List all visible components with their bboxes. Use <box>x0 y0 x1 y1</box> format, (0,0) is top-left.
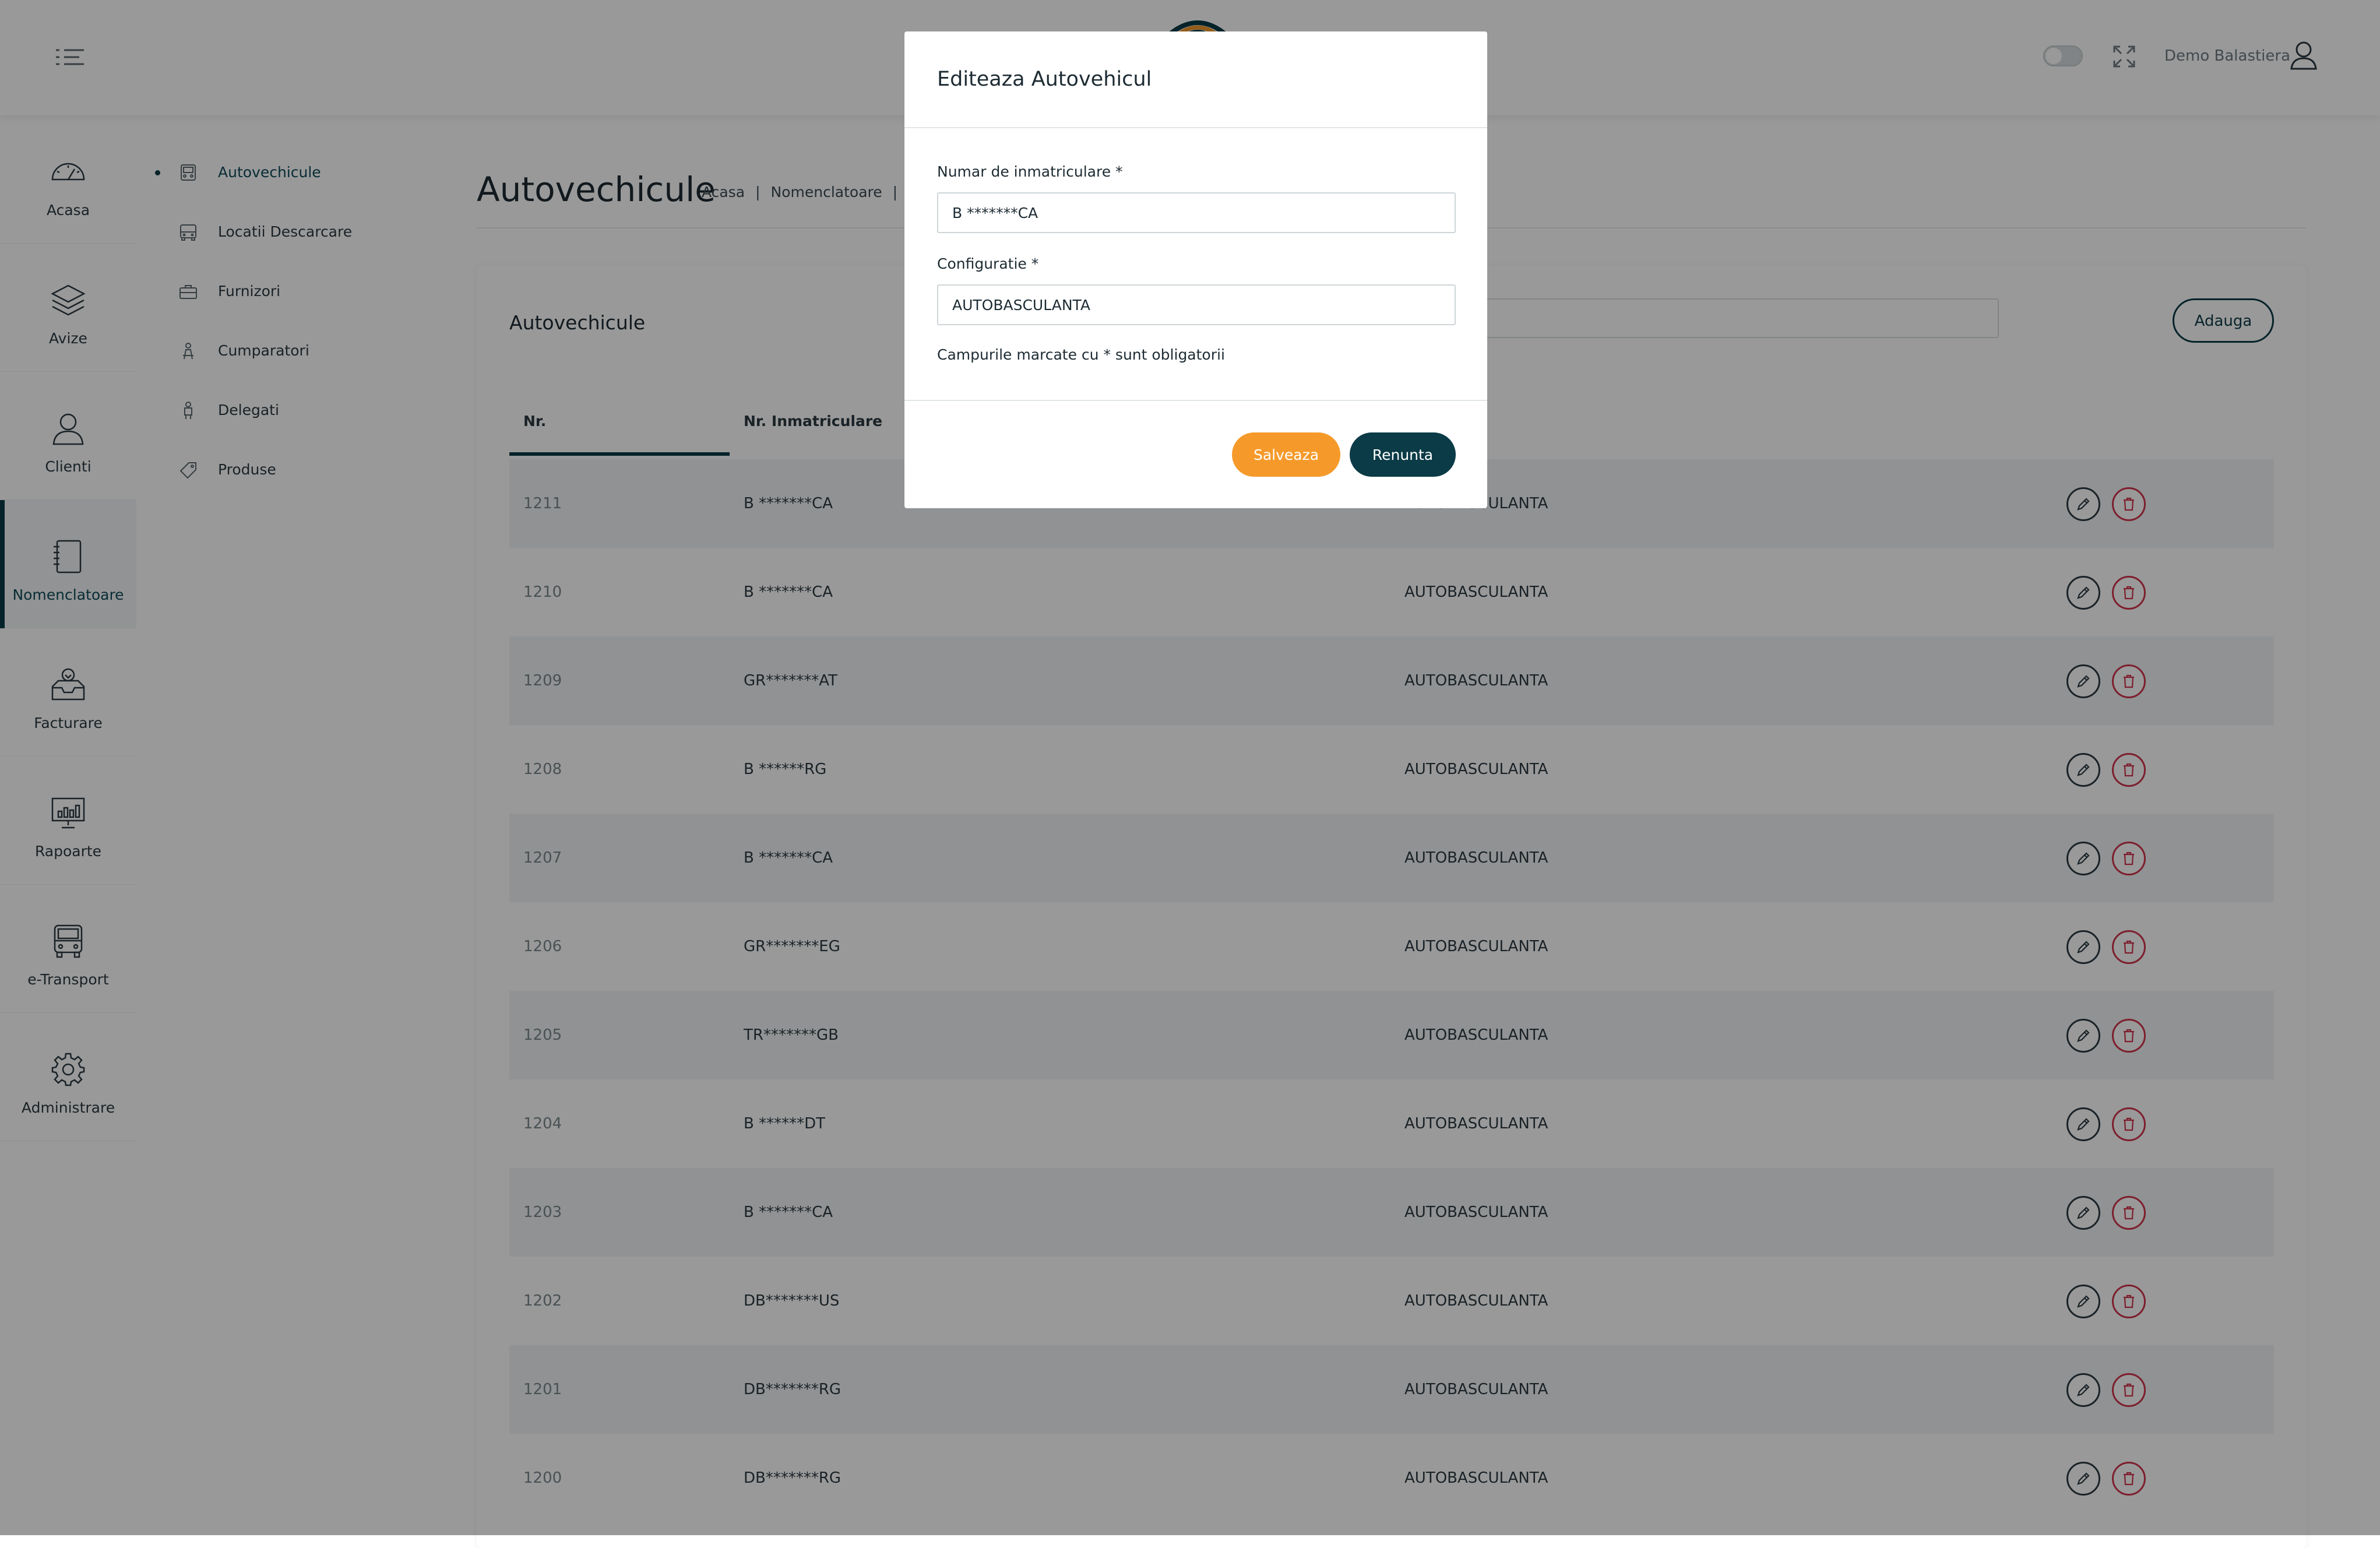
required-hint: Campurile marcate cu * sunt obligatorii <box>937 346 1225 363</box>
modal-footer-divider <box>904 400 1487 401</box>
save-button[interactable]: Salveaza <box>1232 432 1340 477</box>
config-label: Configuratie * <box>937 255 1039 272</box>
plate-input[interactable] <box>937 192 1456 233</box>
cancel-button[interactable]: Renunta <box>1350 432 1456 477</box>
edit-vehicle-modal: Editeaza Autovehicul Numar de inmatricul… <box>904 31 1487 508</box>
modal-title: Editeaza Autovehicul <box>937 68 1152 91</box>
modal-header-divider <box>904 127 1487 128</box>
app-root: Demo Balastiera Acasa Avize Clienti Nome… <box>0 0 2380 1548</box>
plate-label: Numar de inmatriculare * <box>937 163 1123 180</box>
config-input[interactable] <box>937 284 1456 325</box>
